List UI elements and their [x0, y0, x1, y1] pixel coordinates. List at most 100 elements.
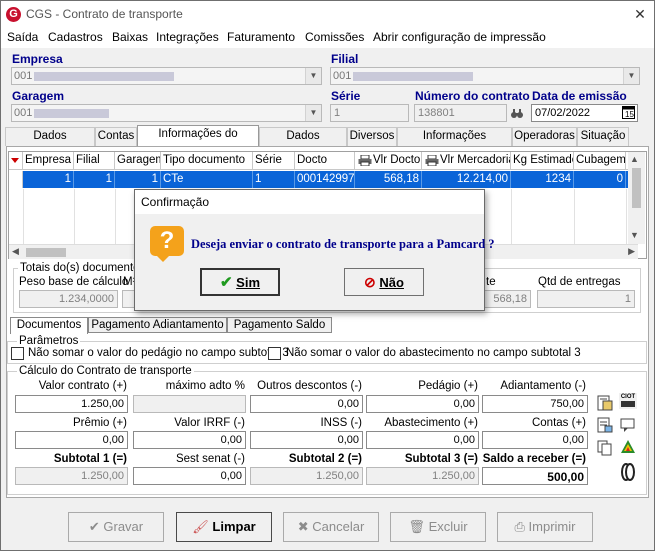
checkbox-nao-somar-abastecimento[interactable]	[268, 347, 281, 360]
column-header[interactable]: Garagem	[115, 152, 161, 170]
cancelar-button[interactable]: ✖ Cancelar	[283, 512, 379, 542]
filial-code: 001	[333, 70, 352, 82]
app-logo-icon: G	[6, 7, 21, 22]
nao-button-label: Não	[379, 275, 404, 290]
adiantamento-field[interactable]: 750,00	[482, 395, 588, 413]
valor-contrato-field[interactable]: 1.250,00	[15, 395, 128, 413]
qtd-entregas-label: Qtd de entregas	[538, 276, 621, 288]
menu-item-comissoes[interactable]: Comissões	[305, 30, 364, 44]
inss-field[interactable]: 0,00	[250, 431, 363, 449]
abastecimento-field[interactable]: 0,00	[366, 431, 479, 449]
excluir-button[interactable]: 🗑 Excluir	[390, 512, 486, 542]
empresa-code: 001	[14, 70, 33, 82]
chevron-down-icon: ▼	[623, 68, 639, 84]
table-cell[interactable]: 1234	[511, 171, 574, 188]
column-header[interactable]: Empresa	[23, 152, 74, 170]
column-header[interactable]: Cubagem	[574, 152, 626, 170]
menu-item-configuracao-impressao[interactable]: Abrir configuração de impressão	[373, 30, 546, 44]
table-cell[interactable]: CTe	[161, 171, 253, 188]
qtd-entregas-field[interactable]: 1	[537, 290, 635, 308]
outros-descontos-field[interactable]: 0,00	[250, 395, 363, 413]
table-cell[interactable]: 1	[74, 171, 115, 188]
contas-field[interactable]: 0,00	[482, 431, 588, 449]
premio-label: Prêmio (+)	[73, 417, 127, 429]
table-cell[interactable]: 12.214,00	[422, 171, 511, 188]
table-cell[interactable]: 1	[115, 171, 161, 188]
calendar-icon[interactable]: 15	[622, 106, 635, 119]
subtab-pagamento-adiantamento[interactable]: Pagamento Adiantamento	[88, 317, 227, 333]
column-header[interactable]: Tipo documento	[161, 152, 253, 170]
table-cell[interactable]: 568,18	[355, 171, 422, 188]
tab-informacoes-contrato[interactable]: Informações do contrato	[137, 125, 259, 157]
garagem-select[interactable]: 001 ▼	[11, 104, 322, 122]
column-header[interactable]: Série	[253, 152, 295, 170]
saldo-receber-field[interactable]: 500,00	[482, 467, 588, 485]
maximo-adto-field[interactable]	[133, 395, 246, 413]
serie-field[interactable]: 1	[330, 104, 409, 122]
triangle-logo-icon[interactable]	[620, 439, 636, 455]
numero-contrato-field[interactable]: 138801	[414, 104, 507, 122]
column-header[interactable]: Kg Estimado	[511, 152, 574, 170]
tab-operadoras[interactable]: Operadoras	[512, 127, 577, 146]
nao-button[interactable]: ⊘ Não	[344, 268, 424, 296]
grid-vertical-scrollbar[interactable]: ▲ ▼	[628, 152, 645, 244]
chevron-down-icon[interactable]: ▼	[630, 230, 639, 240]
subtab-documentos[interactable]: Documentos	[10, 317, 88, 334]
gravar-button[interactable]: ✔ Gravar	[68, 512, 164, 542]
column-header[interactable]: Docto	[295, 152, 355, 170]
checkbox-nao-somar-pedagio[interactable]	[11, 347, 24, 360]
pedagio-field[interactable]: 0,00	[366, 395, 479, 413]
redacted-text	[34, 72, 174, 81]
scroll-thumb[interactable]	[632, 168, 641, 208]
menu-item-baixas[interactable]: Baixas	[112, 30, 148, 44]
chevron-left-icon[interactable]: ◀	[12, 246, 19, 257]
row-indicator	[9, 171, 23, 188]
menu-item-integracoes[interactable]: Integrações	[156, 30, 219, 44]
tab-informacoes-adicionais[interactable]: Informações adicionais	[397, 127, 512, 159]
valor-irrf-field[interactable]: 0,00	[133, 431, 246, 449]
tab-dados-cadastrais[interactable]: Dados cadastrais	[5, 127, 95, 159]
chevron-up-icon[interactable]: ▲	[630, 154, 639, 164]
chevron-right-icon[interactable]: ▶	[628, 246, 635, 257]
document-list-icon[interactable]	[597, 417, 613, 433]
column-header[interactable]: Filial	[74, 152, 115, 170]
limpar-button-label: Limpar	[212, 519, 256, 534]
tab-dados-bancarios[interactable]: Dados Bancários	[259, 127, 347, 159]
copy-documents-icon[interactable]	[597, 440, 613, 456]
coins-icon[interactable]	[621, 463, 635, 481]
filial-select[interactable]: 001 ▼	[330, 67, 640, 85]
table-cell[interactable]: 0	[574, 171, 626, 188]
ciot-icon[interactable]: CIOT	[619, 393, 637, 409]
peso-label: Peso base de cálculo	[19, 276, 129, 288]
close-icon[interactable]: ✕	[629, 4, 651, 24]
premio-field[interactable]: 0,00	[15, 431, 128, 449]
imprimir-button[interactable]: ⎙ Imprimir	[497, 512, 593, 542]
chat-bubble-icon[interactable]	[620, 417, 636, 433]
tab-diversos[interactable]: Diversos	[347, 127, 397, 146]
subtotal2-field[interactable]: 1.250,00	[250, 467, 363, 485]
limpar-button[interactable]: 🖌 Limpar	[176, 512, 272, 542]
table-cell[interactable]: 1	[23, 171, 74, 188]
sest-senat-field[interactable]: 0,00	[133, 467, 246, 485]
menu-item-cadastros[interactable]: Cadastros	[48, 30, 103, 44]
scroll-thumb[interactable]	[26, 248, 66, 257]
subtab-pagamento-saldo[interactable]: Pagamento Saldo	[227, 317, 332, 333]
tab-contas[interactable]: Contas	[95, 127, 137, 146]
empresa-select[interactable]: 001 ▼	[11, 67, 322, 85]
column-header[interactable]: Vlr Mercadoria	[422, 152, 511, 170]
menu-item-faturamento[interactable]: Faturamento	[227, 30, 295, 44]
sim-button-label: Sim	[236, 275, 261, 290]
document-calculator-icon[interactable]	[597, 395, 613, 411]
binoculars-icon[interactable]	[510, 106, 524, 120]
subtotal1-label: Subtotal 1 (=)	[53, 453, 127, 465]
tab-situacao[interactable]: Situação	[577, 127, 629, 146]
subtotal3-field[interactable]: 1.250,00	[366, 467, 479, 485]
dialog-message: Deseja enviar o contrato de transporte p…	[191, 237, 495, 251]
peso-field[interactable]: 1.234,0000	[19, 290, 118, 308]
subtotal1-field[interactable]: 1.250,00	[15, 467, 128, 485]
table-cell[interactable]: 000142997	[295, 171, 355, 188]
column-header[interactable]: Vlr Docto	[355, 152, 422, 170]
table-cell[interactable]: 1	[253, 171, 295, 188]
menu-item-saida[interactable]: Saída	[7, 30, 38, 44]
sim-button[interactable]: ✔ Sim	[200, 268, 280, 296]
